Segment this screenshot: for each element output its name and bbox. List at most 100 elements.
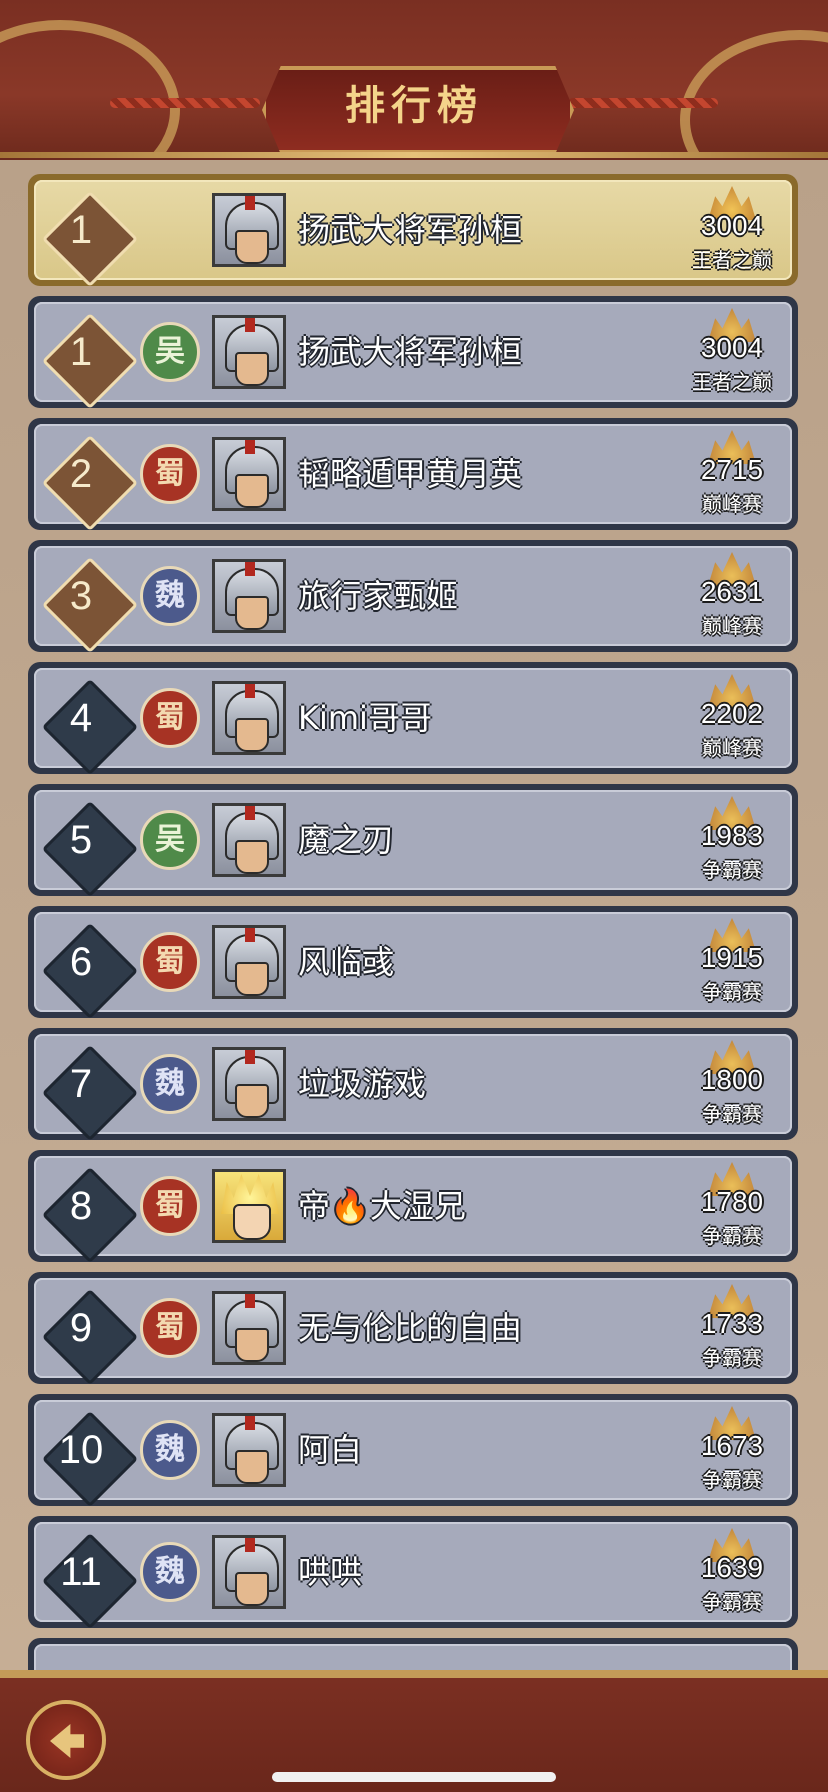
home-indicator[interactable] — [272, 1772, 556, 1782]
tier-label: 王者之巅 — [692, 248, 772, 272]
ranking-card — [34, 1644, 792, 1670]
player-name: 风临彧 — [298, 943, 395, 981]
rank-number: 3 — [69, 574, 93, 618]
ranking-card: 2 蜀 韬略遁甲黄月英 2715 巅峰赛 — [34, 424, 792, 532]
ranking-row[interactable]: 6 蜀 风临彧 1915 争霸赛 — [28, 906, 798, 1020]
ranking-card: 7 魏 垃圾游戏 1800 争霸赛 — [34, 1034, 792, 1142]
back-button[interactable] — [26, 1700, 106, 1780]
tier-label: 争霸赛 — [702, 1468, 762, 1492]
ranking-row-partial[interactable] — [28, 1638, 798, 1670]
faction-badge: 吴 — [140, 810, 200, 870]
plume — [245, 318, 255, 332]
faction-badge: 蜀 — [140, 1298, 200, 1358]
avatar[interactable] — [212, 1169, 286, 1243]
avatar[interactable] — [212, 803, 286, 877]
player-name: 无与伦比的自由 — [298, 1309, 523, 1347]
rope-ornament-left — [110, 98, 260, 108]
player-name: 魔之刃 — [298, 821, 395, 859]
plume — [245, 684, 255, 698]
avatar[interactable] — [212, 1413, 286, 1487]
plume — [245, 1538, 255, 1552]
ranking-row[interactable]: 4 蜀 Kimi哥哥 2202 巅峰赛 — [28, 662, 798, 776]
rank-number: 7 — [69, 1062, 93, 1106]
tier-label: 巅峰赛 — [702, 492, 762, 516]
score-block: 1915 争霸赛 — [686, 918, 778, 1006]
score-value: 1733 — [700, 1308, 764, 1339]
avatar[interactable] — [212, 1535, 286, 1609]
avatar[interactable] — [212, 1291, 286, 1365]
score-block: 2202 巅峰赛 — [686, 674, 778, 762]
score-value: 1915 — [700, 942, 764, 973]
tier-label: 争霸赛 — [702, 858, 762, 882]
score-block: 1983 争霸赛 — [686, 796, 778, 884]
rank-number: 4 — [69, 696, 93, 740]
leaderboard-list[interactable]: 1 扬武大将军孙桓 3004 王者之巅 1 吴 扬武大将军孙桓 3004 王者之巅 2 蜀 韬… — [0, 160, 828, 1670]
player-name: 扬武大将军孙桓 — [298, 211, 523, 249]
ranking-card: 1 吴 扬武大将军孙桓 3004 王者之巅 — [34, 302, 792, 410]
avatar[interactable] — [212, 925, 286, 999]
plume — [245, 928, 255, 942]
player-name: 扬武大将军孙桓 — [298, 333, 523, 371]
tier-label: 争霸赛 — [702, 1102, 762, 1126]
avatar[interactable] — [212, 559, 286, 633]
face — [235, 1328, 269, 1362]
ranking-card: 11 魏 哄哄 1639 争霸赛 — [34, 1522, 792, 1630]
ranking-row[interactable]: 8 蜀 帝🔥大湿兄 1780 争霸赛 — [28, 1150, 798, 1264]
score-value: 3004 — [700, 210, 764, 241]
faction-badge: 魏 — [140, 1542, 200, 1602]
plume — [245, 440, 255, 454]
avatar[interactable] — [212, 193, 286, 267]
player-name: 韬略遁甲黄月英 — [298, 455, 523, 493]
ranking-row[interactable]: 9 蜀 无与伦比的自由 1733 争霸赛 — [28, 1272, 798, 1386]
faction-badge: 蜀 — [140, 444, 200, 504]
ranking-row[interactable]: 1 吴 扬武大将军孙桓 3004 王者之巅 — [28, 296, 798, 410]
faction-badge: 蜀 — [140, 932, 200, 992]
avatar[interactable] — [212, 681, 286, 755]
ranking-row[interactable]: 7 魏 垃圾游戏 1800 争霸赛 — [28, 1028, 798, 1142]
ranking-card: 10 魏 阿白 1673 争霸赛 — [34, 1400, 792, 1508]
plume — [245, 1050, 255, 1064]
ranking-row[interactable]: 3 魏 旅行家甄姬 2631 巅峰赛 — [28, 540, 798, 654]
avatar[interactable] — [212, 315, 286, 389]
ranking-card: 8 蜀 帝🔥大湿兄 1780 争霸赛 — [34, 1156, 792, 1264]
ranking-row[interactable]: 2 蜀 韬略遁甲黄月英 2715 巅峰赛 — [28, 418, 798, 532]
score-block: 1673 争霸赛 — [686, 1406, 778, 1494]
player-name: 垃圾游戏 — [298, 1065, 427, 1103]
my-rank-row[interactable]: 1 扬武大将军孙桓 3004 王者之巅 — [28, 174, 798, 288]
faction-badge: 魏 — [140, 566, 200, 626]
score-value: 1800 — [700, 1064, 764, 1095]
cloud-ornament-right — [680, 30, 828, 158]
cloud-ornament-left — [0, 20, 180, 158]
face — [235, 596, 269, 630]
tier-label: 争霸赛 — [702, 1590, 762, 1614]
page-title: 排行榜 — [345, 83, 483, 129]
score-value: 2715 — [700, 454, 764, 485]
score-value: 3004 — [700, 332, 764, 363]
face — [235, 474, 269, 508]
faction-badge: 魏 — [140, 1054, 200, 1114]
score-value: 2202 — [700, 698, 764, 729]
tier-label: 争霸赛 — [702, 980, 762, 1004]
score-block: 1800 争霸赛 — [686, 1040, 778, 1128]
avatar[interactable] — [212, 437, 286, 511]
faction-badge: 蜀 — [140, 1176, 200, 1236]
rank-number: 8 — [69, 1184, 93, 1228]
tier-label: 争霸赛 — [702, 1346, 762, 1370]
face — [235, 1450, 269, 1484]
rank-number: 1 — [69, 330, 93, 374]
score-value: 1673 — [700, 1430, 764, 1461]
player-name: 旅行家甄姬 — [298, 577, 459, 615]
ranking-row[interactable]: 11 魏 哄哄 1639 争霸赛 — [28, 1516, 798, 1630]
tier-label: 巅峰赛 — [702, 736, 762, 760]
rank-number: 11 — [60, 1550, 102, 1594]
faction-badge: 蜀 — [140, 688, 200, 748]
ranking-card: 4 蜀 Kimi哥哥 2202 巅峰赛 — [34, 668, 792, 776]
tier-label: 争霸赛 — [702, 1224, 762, 1248]
ranking-row[interactable]: 10 魏 阿白 1673 争霸赛 — [28, 1394, 798, 1508]
ranking-card: 6 蜀 风临彧 1915 争霸赛 — [34, 912, 792, 1020]
ranking-row[interactable]: 5 吴 魔之刃 1983 争霸赛 — [28, 784, 798, 898]
face — [235, 962, 269, 996]
avatar[interactable] — [212, 1047, 286, 1121]
face — [235, 718, 269, 752]
face — [235, 840, 269, 874]
